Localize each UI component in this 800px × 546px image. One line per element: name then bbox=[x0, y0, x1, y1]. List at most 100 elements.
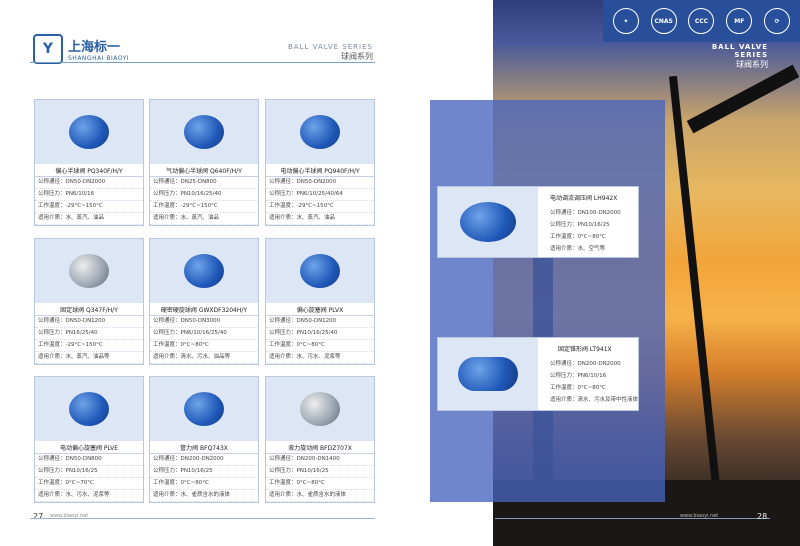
product-spec: 公称压力：PN16/25/40 bbox=[35, 328, 143, 340]
feature-overlay bbox=[430, 100, 665, 502]
product-spec: 公称压力：PN6/10/16/25/40 bbox=[150, 328, 258, 340]
product-card: 偏心旋塞阀 PLVX 公称通径：DN50-DN1200 公称压力：PN10/16/2… bbox=[265, 238, 375, 365]
valve-icon bbox=[458, 357, 518, 391]
certification-badge-icon: ✦ bbox=[612, 8, 639, 34]
product-spec: 公称通径：DN50-DN2000 bbox=[35, 177, 143, 189]
series-cn-right: 球阀系列 bbox=[736, 60, 768, 69]
valve-icon bbox=[184, 115, 224, 149]
certification-badge-icon: ⟳ bbox=[764, 8, 791, 34]
product-spec: 工作温度：-29°C~150°C bbox=[150, 201, 258, 213]
product-image bbox=[266, 377, 374, 441]
product-spec: 公称通径：DN25-DN800 bbox=[150, 177, 258, 189]
product-spec: 公称通径：DN50-DN1200 bbox=[266, 316, 374, 328]
product-card: 电动偏心旋塞阀 PLVE 公称通径：DN50-DN800 公称压力：PN10/16/… bbox=[34, 376, 144, 503]
product-image bbox=[35, 377, 143, 441]
product-title: 气动偏心半球阀 Q640F/H/Y bbox=[150, 164, 258, 177]
feature-card-lt941x: 固定锥形阀 LT941X 公称通径：DN200-DN2000 公称压力：PN6/… bbox=[437, 337, 639, 411]
product-card: 硬密硬旋球阀 GWXDF3204H/Y 公称通径：DN50-DN3000 公称压力：… bbox=[149, 238, 259, 365]
product-spec: 适用介质：清水、污水及带中性液体 bbox=[550, 397, 639, 403]
brand-logo-icon: Y bbox=[33, 34, 63, 64]
product-spec: 公称通径：DN200-DN2000 bbox=[550, 361, 621, 367]
product-spec: 适用介质：水、蒸汽、油品 bbox=[150, 213, 258, 225]
product-spec: 公称通径：DN200-DN1400 bbox=[266, 454, 374, 466]
product-spec: 公称通径：DN50-DN2000 bbox=[266, 177, 374, 189]
product-title: 偏心旋塞阀 PLVX bbox=[266, 303, 374, 316]
product-image bbox=[438, 187, 538, 257]
product-spec: 工作温度：-29°C~150°C bbox=[35, 201, 143, 213]
product-spec: 适用介质：水、蒸汽、油品 bbox=[266, 213, 374, 225]
product-spec: 适用介质：水、空气等 bbox=[550, 246, 606, 252]
series-cn: 球阀系列 bbox=[340, 52, 373, 61]
product-image bbox=[35, 100, 143, 164]
valve-icon bbox=[300, 115, 340, 149]
product-spec: 公称通径：DN100-DN2000 bbox=[550, 210, 621, 216]
product-spec: 公称压力：PN6/10/16 bbox=[550, 373, 607, 379]
product-spec: 工作温度：0°C~80°C bbox=[266, 478, 374, 490]
product-spec: 适用介质：水、雀质含水的液体 bbox=[150, 490, 258, 502]
product-spec: 公称压力：PN6/10/25/40/64 bbox=[266, 189, 374, 201]
valve-icon bbox=[69, 115, 109, 149]
pumpjack-beam bbox=[686, 64, 800, 134]
product-spec: 适用介质：清水、污水、油品等 bbox=[150, 352, 258, 364]
product-spec: 公称压力：PN10/16/25 bbox=[35, 466, 143, 478]
header-divider bbox=[30, 62, 375, 63]
product-title: 电动偏心半球阀 PQ940F/H/Y bbox=[266, 164, 374, 177]
product-spec: 公称通径：DN50-DN3000 bbox=[150, 316, 258, 328]
product-card: 偏心半球阀 PQ340F/H/Y 公称通径：DN50-DN2000 公称压力：PN6… bbox=[34, 99, 144, 226]
valve-icon bbox=[184, 392, 224, 426]
product-title: 液力旋动阀 BFDZ707X bbox=[266, 441, 374, 454]
product-image bbox=[35, 239, 143, 303]
valve-icon bbox=[300, 392, 340, 426]
product-spec: 工作温度：0°C~70°C bbox=[35, 478, 143, 490]
product-spec: 工作温度：0°C~80°C bbox=[266, 340, 374, 352]
product-spec: 公称压力：PN6/10/16 bbox=[35, 189, 143, 201]
brand-name-en: SHANGHAI BIAOYI bbox=[68, 55, 130, 62]
product-image bbox=[266, 100, 374, 164]
left-page: Y 上海标一 SHANGHAI BIAOYI BALL VALVE SERIES… bbox=[0, 0, 400, 546]
product-spec: 工作温度：0°C~80°C bbox=[150, 478, 258, 490]
product-card: 管力阀 BFQ743X 公称通径：DN200-DN2000 公称压力：PN10/16… bbox=[149, 376, 259, 503]
product-spec: 工作温度：0°C~80°C bbox=[150, 340, 258, 352]
product-spec: 适用介质：水、污水、泥浆等 bbox=[266, 352, 374, 364]
series-heading-left: BALL VALVE SERIES 球阀系列 bbox=[288, 43, 373, 62]
product-spec: 公称压力：PN10/16/25 bbox=[150, 466, 258, 478]
product-title: 固定球阀 Q347F/H/Y bbox=[35, 303, 143, 316]
product-spec: 工作温度：-29°C~150°C bbox=[266, 201, 374, 213]
product-title: 电动调流调压阀 LH942X bbox=[550, 195, 618, 202]
product-spec: 工作温度：0°C~80°C bbox=[550, 234, 606, 240]
product-spec: 适用介质：水、污水、泥浆等 bbox=[35, 490, 143, 502]
product-spec: 公称通径：DN50-DN1200 bbox=[35, 316, 143, 328]
product-spec: 公称压力：PN10/16/25 bbox=[266, 466, 374, 478]
product-image bbox=[266, 239, 374, 303]
product-image bbox=[150, 377, 258, 441]
product-spec: 适用介质：水、蒸汽、油品 bbox=[35, 213, 143, 225]
product-spec: 公称通径：DN50-DN800 bbox=[35, 454, 143, 466]
footer-divider-right bbox=[495, 518, 770, 519]
product-card: 液力旋动阀 BFDZ707X 公称通径：DN200-DN1400 公称压力：PN10… bbox=[265, 376, 375, 503]
valve-icon bbox=[184, 254, 224, 288]
product-spec: 工作温度：0°C~80°C bbox=[550, 385, 606, 391]
product-spec: 适用介质：水、蒸汽、油品等 bbox=[35, 352, 143, 364]
page-number-left: 27 bbox=[33, 512, 44, 521]
product-card: 电动偏心半球阀 PQ940F/H/Y 公称通径：DN50-DN2000 公称压力：P… bbox=[265, 99, 375, 226]
series-en-right: BALL VALVE SERIES bbox=[711, 43, 768, 59]
product-title: 管力阀 BFQ743X bbox=[150, 441, 258, 454]
product-image bbox=[150, 100, 258, 164]
brand: Y 上海标一 SHANGHAI BIAOYI bbox=[33, 34, 129, 64]
pumpjack-silhouette bbox=[668, 75, 726, 535]
certification-badge-icon: MF bbox=[726, 8, 753, 34]
brand-text: 上海标一 SHANGHAI BIAOYI bbox=[68, 36, 129, 62]
product-spec: 公称压力：PN10/16/25 bbox=[550, 222, 610, 228]
series-heading-right: BALL VALVE SERIES 球阀系列 bbox=[690, 43, 768, 70]
valve-icon bbox=[69, 254, 109, 288]
product-title: 硬密硬旋球阀 GWXDF3204H/Y bbox=[150, 303, 258, 316]
product-card: 气动偏心半球阀 Q640F/H/Y 公称通径：DN25-DN800 公称压力：PN1… bbox=[149, 99, 259, 226]
product-title: 电动偏心旋塞阀 PLVE bbox=[35, 441, 143, 454]
valve-icon bbox=[460, 202, 516, 242]
product-spec: 公称压力：PN10/16/25/40 bbox=[266, 328, 374, 340]
certification-badge-icon: CNAS bbox=[650, 8, 677, 34]
feature-card-lh942x: 电动调流调压阀 LH942X 公称通径：DN100-DN2000 公称压力：PN… bbox=[437, 186, 639, 258]
product-spec: 工作温度：-29°C~150°C bbox=[35, 340, 143, 352]
product-title: 偏心半球阀 PQ340F/H/Y bbox=[35, 164, 143, 177]
certification-bar: ✦ CNAS CCC MF ⟳ bbox=[603, 0, 800, 42]
